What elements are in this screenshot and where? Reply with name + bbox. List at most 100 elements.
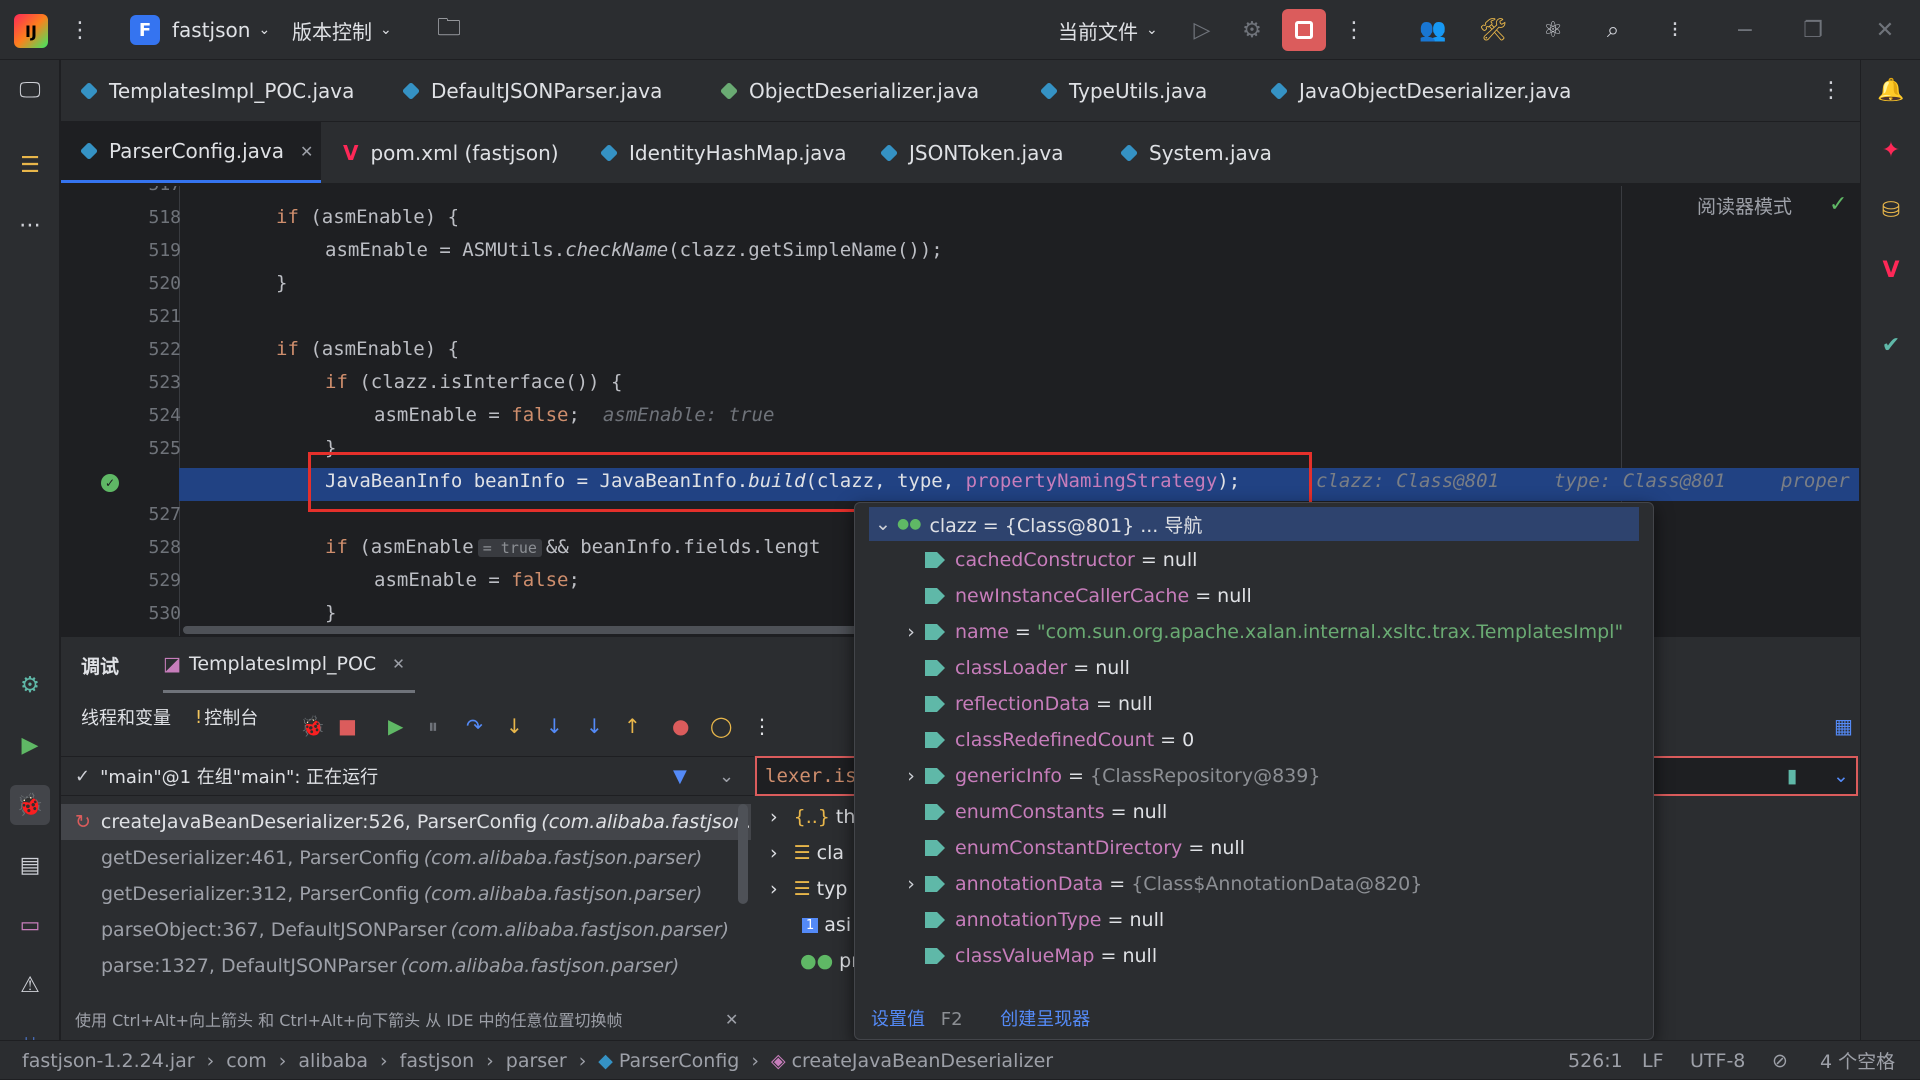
stack-frame[interactable]: parseObject:367, DefaultJSONParser (com.a… xyxy=(61,912,751,948)
resume-icon[interactable]: ▶ xyxy=(388,714,403,738)
debug-tab[interactable]: 调试 xyxy=(81,637,119,693)
tab-typeutils[interactable]: TypeUtils.java xyxy=(1021,60,1251,121)
inspection-ok-icon[interactable]: ✓ xyxy=(1829,192,1847,217)
tab-defaultjsonparser[interactable]: DefaultJSONParser.java xyxy=(383,60,703,121)
caret-position[interactable]: 526:1 xyxy=(1568,1041,1623,1080)
maven-icon[interactable]: V xyxy=(1871,250,1911,290)
stop-button[interactable] xyxy=(1282,9,1326,51)
step-out-icon[interactable]: ↑ xyxy=(624,714,641,738)
terminal-icon[interactable]: ▭ xyxy=(10,905,50,945)
project-name[interactable]: fastjson ⌄ xyxy=(172,0,270,60)
field-row[interactable]: enumConstantDirectory = null xyxy=(925,831,1245,865)
plugin-atom-icon[interactable]: ⚛ xyxy=(1538,16,1568,44)
tab-pom-xml[interactable]: Vpom.xml (fastjson) xyxy=(323,122,579,183)
filter-icon[interactable]: ▼ xyxy=(673,766,687,787)
chevron-down-icon[interactable]: ⌄ xyxy=(719,766,734,787)
field-row[interactable]: newInstanceCallerCache = null xyxy=(925,579,1252,613)
chevron-down-icon[interactable]: ⌄ xyxy=(1833,765,1849,787)
variable-row-this[interactable]: › {..} thi xyxy=(770,806,861,828)
stack-frame[interactable]: ↻ createJavaBeanDeserializer:526, ParserC… xyxy=(61,804,751,840)
tab-options-icon[interactable]: ⋮ xyxy=(1820,78,1842,103)
project-view-icon[interactable]: 🖵 xyxy=(10,70,50,110)
console-tab[interactable]: ! 控制台 xyxy=(195,689,258,745)
breakpoint-check-icon[interactable]: ✓ xyxy=(101,474,119,492)
more-actions-icon[interactable]: ⋮ xyxy=(1343,18,1365,43)
main-menu-icon[interactable]: ⋮ xyxy=(69,18,91,43)
field-row[interactable]: reflectionData = null xyxy=(925,687,1153,721)
horizontal-scrollbar[interactable] xyxy=(183,626,883,634)
minimize-icon[interactable]: − xyxy=(1730,16,1760,44)
field-row[interactable]: enumConstants = null xyxy=(925,795,1167,829)
no-readonly-icon[interactable]: ⊘ xyxy=(1772,1041,1788,1080)
structure-icon[interactable]: ☰ xyxy=(10,145,50,185)
session-tab[interactable]: ◪ TemplatesImpl_POC ✕ xyxy=(163,637,415,693)
step-over-icon[interactable]: ↷ xyxy=(466,714,483,738)
stack-frame[interactable]: parse:1327, DefaultJSONParser (com.alibab… xyxy=(61,948,751,984)
field-row[interactable]: cachedConstructor = null xyxy=(925,543,1197,577)
tab-jsontoken[interactable]: JSONToken.java xyxy=(861,122,1101,183)
close-tab-icon[interactable]: ✕ xyxy=(300,142,313,161)
variable-inspection-popup[interactable]: ⌄ ●● clazz = {Class@801} ... 导航 cachedCons… xyxy=(854,502,1654,1040)
indent-setting[interactable]: 4 个空格 xyxy=(1820,1041,1895,1080)
popup-header-row[interactable]: ⌄ ●● clazz = {Class@801} ... 导航 xyxy=(869,507,1639,541)
field-row[interactable]: › name = "com.sun.org.apache.xalan.intern… xyxy=(897,615,1623,649)
vcs-menu[interactable]: 版本控制 ⌄ xyxy=(292,0,392,60)
set-value-link[interactable]: 设置值 xyxy=(871,1009,925,1030)
search-icon[interactable]: ⌕ xyxy=(1598,16,1628,44)
services-icon[interactable]: ⚙ xyxy=(10,665,50,705)
debug-icon[interactable]: ⚙ xyxy=(1240,18,1264,43)
ide-logo-icon[interactable]: IJ xyxy=(14,14,48,48)
more-tool-windows-icon[interactable]: ⋯ xyxy=(10,205,50,245)
stack-frame[interactable]: getDeserializer:461, ParserConfig (com.al… xyxy=(61,840,751,876)
tab-templatesimpl-poc[interactable]: TemplatesImpl_POC.java xyxy=(61,60,381,121)
tab-javaobjectdeserializer[interactable]: JavaObjectDeserializer.java xyxy=(1251,60,1579,121)
more-debug-actions-icon[interactable]: ⋮ xyxy=(752,714,772,738)
tab-identityhashmap[interactable]: IdentityHashMap.java xyxy=(581,122,861,183)
force-step-into-icon[interactable]: ↓ xyxy=(546,714,563,738)
breadcrumb-item[interactable]: alibaba xyxy=(298,1050,368,1072)
restore-icon[interactable]: ❐ xyxy=(1798,16,1828,44)
breadcrumb-item[interactable]: parser xyxy=(506,1050,567,1072)
database-icon[interactable]: ▤ xyxy=(10,845,50,885)
thread-selector[interactable]: ✓ "main"@1 在组"main": 正在运行 ▼ ⌄ xyxy=(61,756,754,796)
breadcrumb-item[interactable]: fastjson xyxy=(400,1050,475,1072)
run-config-selector[interactable]: 当前文件 ⌄ xyxy=(1058,0,1158,60)
folder-icon[interactable]: 🗀 xyxy=(434,13,464,44)
notifications-icon[interactable]: 🔔 xyxy=(1871,70,1911,110)
debug-tool-icon[interactable]: 🐞 xyxy=(10,785,50,825)
stop-debug-icon[interactable]: ■ xyxy=(338,714,357,738)
close-hint-icon[interactable]: ✕ xyxy=(725,1010,738,1029)
mute-breakpoints-icon[interactable]: ◯ xyxy=(710,714,732,738)
settings-updates-icon[interactable]: ⁝ xyxy=(1660,16,1690,44)
database-tool-icon[interactable]: ⛁ xyxy=(1871,190,1911,230)
field-row[interactable]: annotationType = null xyxy=(925,903,1164,937)
file-encoding[interactable]: UTF-8 xyxy=(1690,1041,1745,1080)
tab-objectdeserializer[interactable]: ObjectDeserializer.java xyxy=(701,60,1021,121)
run-tool-icon[interactable]: ▶ xyxy=(10,725,50,765)
breadcrumb-item[interactable]: com xyxy=(226,1050,267,1072)
layout-settings-icon[interactable]: ▦ xyxy=(1834,714,1853,738)
breadcrumb-item[interactable]: ParserConfig xyxy=(619,1050,739,1072)
variable-row-clazz[interactable]: › ☰ cla xyxy=(770,842,844,864)
project-badge[interactable]: F xyxy=(130,15,160,45)
breadcrumb-item[interactable]: createJavaBeanDeserializer xyxy=(792,1050,1054,1072)
ai-assistant-icon[interactable]: ✦ xyxy=(1871,130,1911,170)
stack-frame[interactable]: getDeserializer:312, ParserConfig (com.al… xyxy=(61,876,751,912)
bookmark-icon[interactable]: ▮ xyxy=(1787,765,1797,787)
build-tools-icon[interactable]: 🛠 xyxy=(1478,16,1508,44)
pause-icon[interactable]: ⏸ xyxy=(428,714,438,738)
tab-parserconfig[interactable]: ParserConfig.java ✕ xyxy=(61,122,321,183)
bug-settings-icon[interactable]: 🐞 xyxy=(300,714,325,738)
field-row[interactable]: classValueMap = null xyxy=(925,939,1157,973)
variable-row-type[interactable]: › ☰ typ xyxy=(770,878,847,900)
close-session-icon[interactable]: ✕ xyxy=(392,655,405,673)
smart-step-into-icon[interactable]: ↓ xyxy=(586,714,603,738)
line-ending[interactable]: LF xyxy=(1642,1041,1664,1080)
view-breakpoints-icon[interactable]: ● xyxy=(672,714,689,738)
code-check-icon[interactable]: ✔ xyxy=(1871,325,1911,365)
problems-icon[interactable]: ⚠ xyxy=(10,965,50,1005)
reader-mode-toggle[interactable]: 阅读器模式 xyxy=(1697,192,1792,219)
code-with-me-icon[interactable]: 👥 xyxy=(1418,16,1448,44)
create-renderer-link[interactable]: 创建呈现器 xyxy=(1000,1009,1090,1030)
field-row[interactable]: classRedefinedCount = 0 xyxy=(925,723,1194,757)
